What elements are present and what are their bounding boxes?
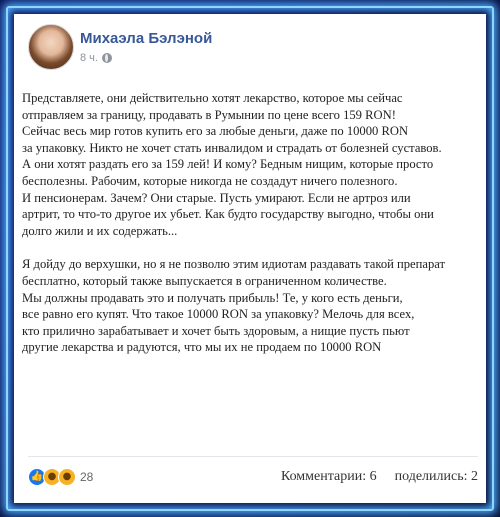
post-footer: 👍 ● ● 28 Комментарии: 6 поделились: 2 — [28, 456, 478, 493]
post-paragraph: Представляете, они действительно хотят л… — [22, 91, 442, 238]
reactions-count: 28 — [80, 470, 94, 484]
avatar[interactable] — [28, 24, 74, 70]
shares-link[interactable]: поделились: 2 — [395, 469, 478, 485]
post-card: Михаэла Бэлэной 8 ч. Представляете, они … — [14, 14, 486, 503]
comments-link[interactable]: Комментарии: 6 — [281, 469, 377, 485]
post-meta: 8 ч. — [80, 52, 112, 64]
post-paragraph: Я дойду до верхушки, но я не позволю эти… — [22, 257, 446, 355]
decorative-frame: Михаэла Бэлэной 8 ч. Представляете, они … — [0, 0, 500, 517]
globe-icon — [101, 53, 112, 63]
post-stats: Комментарии: 6 поделились: 2 — [281, 469, 478, 485]
post-time[interactable]: 8 ч. — [80, 52, 98, 64]
reactions-summary[interactable]: 👍 ● ● 28 — [28, 468, 93, 486]
post-body: Представляете, они действительно хотят л… — [22, 90, 478, 373]
author-name[interactable]: Михаэла Бэлэной — [80, 30, 212, 47]
haha-icon: ● — [58, 468, 76, 486]
